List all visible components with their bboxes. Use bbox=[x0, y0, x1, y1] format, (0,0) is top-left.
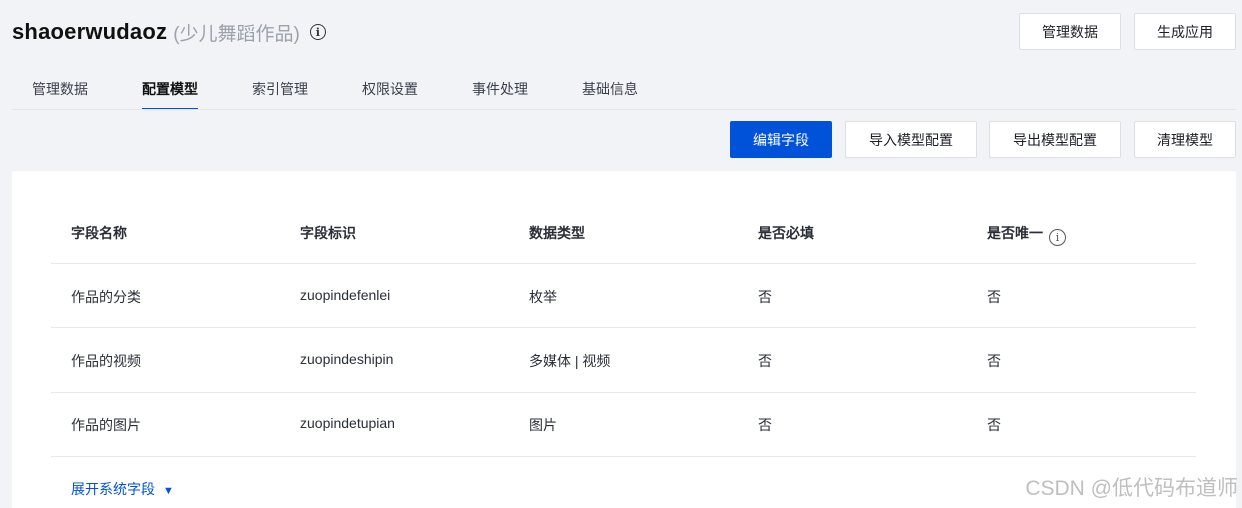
tab-basic-info[interactable]: 基础信息 bbox=[582, 78, 638, 110]
caret-down-icon: ▼ bbox=[163, 485, 174, 497]
table-divider bbox=[51, 456, 1196, 457]
column-header-unique: 是否唯一 bbox=[987, 225, 1043, 241]
table-cell-field-name: 作品的分类 bbox=[71, 289, 141, 305]
column-header-unique-cell: 是否唯一 i bbox=[987, 223, 1066, 246]
table-divider bbox=[51, 263, 1196, 264]
table-cell-field-id: zuopindetupian bbox=[300, 415, 395, 431]
tab-configure-model[interactable]: 配置模型 bbox=[142, 78, 198, 110]
watermark: CSDN @低代码布道师 bbox=[1025, 477, 1238, 500]
table-cell-unique: 否 bbox=[987, 289, 1001, 305]
table-cell-field-name: 作品的图片 bbox=[71, 417, 141, 433]
column-header-required: 是否必填 bbox=[758, 225, 814, 241]
page-header: shaoerwudaoz (少儿舞蹈作品) i bbox=[12, 14, 326, 50]
table-divider bbox=[51, 392, 1196, 393]
table-cell-field-name: 作品的视频 bbox=[71, 353, 141, 369]
app-name: shaoerwudaoz bbox=[12, 19, 168, 44]
edit-fields-button[interactable]: 编辑字段 bbox=[730, 121, 832, 158]
expand-system-fields-link[interactable]: 展开系统字段 ▼ bbox=[71, 479, 174, 499]
expand-system-fields-label: 展开系统字段 bbox=[71, 481, 155, 497]
info-icon[interactable]: i bbox=[309, 24, 326, 40]
generate-app-button[interactable]: 生成应用 bbox=[1134, 13, 1236, 50]
table-divider bbox=[51, 327, 1196, 328]
table-cell-unique: 否 bbox=[987, 417, 1001, 433]
table-cell-required: 否 bbox=[758, 353, 772, 369]
table-cell-unique: 否 bbox=[987, 353, 1001, 369]
table-cell-data-type: 多媒体 | 视频 bbox=[529, 353, 611, 369]
table-cell-field-id: zuopindefenlei bbox=[300, 287, 391, 303]
tab-event-handling[interactable]: 事件处理 bbox=[472, 78, 528, 110]
table-cell-field-id: zuopindeshipin bbox=[300, 351, 394, 367]
table-cell-data-type: 枚举 bbox=[529, 289, 557, 305]
column-header-field-id: 字段标识 bbox=[300, 225, 356, 241]
clean-model-button[interactable]: 清理模型 bbox=[1134, 121, 1236, 158]
tab-permission-settings[interactable]: 权限设置 bbox=[362, 78, 418, 110]
info-icon[interactable]: i bbox=[1049, 229, 1066, 246]
manage-data-button[interactable]: 管理数据 bbox=[1019, 13, 1121, 50]
tabs-divider bbox=[12, 109, 1236, 110]
tab-manage-data[interactable]: 管理数据 bbox=[32, 78, 88, 110]
table-cell-data-type: 图片 bbox=[529, 417, 557, 433]
tab-index-management[interactable]: 索引管理 bbox=[252, 78, 308, 110]
column-header-data-type: 数据类型 bbox=[529, 225, 585, 241]
table-cell-required: 否 bbox=[758, 417, 772, 433]
fields-table-panel: 字段名称 字段标识 数据类型 是否必填 是否唯一 i 作品的分类 zuopinde… bbox=[12, 171, 1236, 508]
app-description: (少儿舞蹈作品) bbox=[173, 23, 300, 45]
column-header-field-name: 字段名称 bbox=[71, 225, 127, 241]
table-cell-required: 否 bbox=[758, 289, 772, 305]
import-model-config-button[interactable]: 导入模型配置 bbox=[845, 121, 977, 158]
export-model-config-button[interactable]: 导出模型配置 bbox=[989, 121, 1121, 158]
